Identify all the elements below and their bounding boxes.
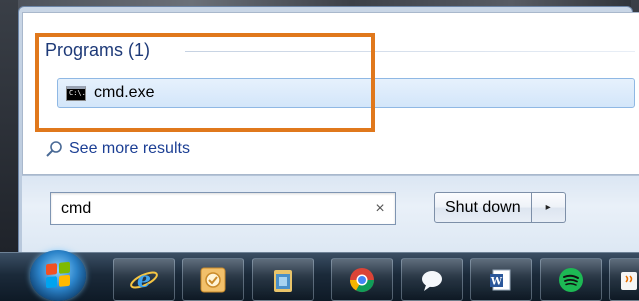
- cmd-icon-glyph: C:\.: [69, 88, 86, 97]
- taskbar-chrome[interactable]: [331, 258, 393, 301]
- search-icon: [46, 141, 62, 157]
- programs-section-header: Programs (1): [45, 40, 151, 60]
- taskbar-internet-explorer[interactable]: e: [113, 258, 175, 301]
- shutdown-options-arrow-icon[interactable]: ▸: [531, 192, 566, 223]
- chrome-icon: [350, 267, 374, 292]
- taskbar-java[interactable]: [609, 258, 639, 301]
- svg-text:e: e: [137, 267, 151, 293]
- windows-explorer-icon: [274, 269, 292, 292]
- chat-icon: [422, 270, 442, 291]
- result-item-cmd[interactable]: C:\. cmd.exe: [57, 78, 635, 108]
- see-more-results-link[interactable]: See more results: [45, 138, 190, 160]
- shut-down-button[interactable]: Shut down: [434, 192, 532, 223]
- internet-explorer-icon: e: [130, 267, 158, 293]
- taskbar-word[interactable]: W: [470, 258, 532, 301]
- taskbar-outlook[interactable]: [182, 258, 244, 301]
- clear-search-icon[interactable]: ×: [365, 200, 395, 218]
- desktop-background-left: [0, 0, 18, 252]
- shutdown-group: Shut down ▸: [434, 192, 566, 223]
- taskbar-chat[interactable]: [401, 258, 463, 301]
- see-more-results-label: See more results: [69, 140, 190, 157]
- cmd-icon: C:\.: [66, 85, 86, 101]
- search-input[interactable]: [51, 194, 365, 223]
- outlook-icon: [200, 267, 226, 292]
- java-icon: [621, 271, 637, 290]
- section-divider: [185, 51, 635, 52]
- start-button[interactable]: [30, 250, 86, 301]
- word-icon: W: [490, 269, 511, 290]
- svg-text:W: W: [490, 276, 503, 287]
- search-box[interactable]: ×: [50, 192, 396, 225]
- spotify-icon: [559, 267, 583, 292]
- result-item-label: cmd.exe: [94, 84, 155, 101]
- taskbar-windows-explorer[interactable]: [252, 258, 314, 301]
- taskbar-spotify[interactable]: [540, 258, 602, 301]
- windows-logo-icon: [46, 261, 70, 289]
